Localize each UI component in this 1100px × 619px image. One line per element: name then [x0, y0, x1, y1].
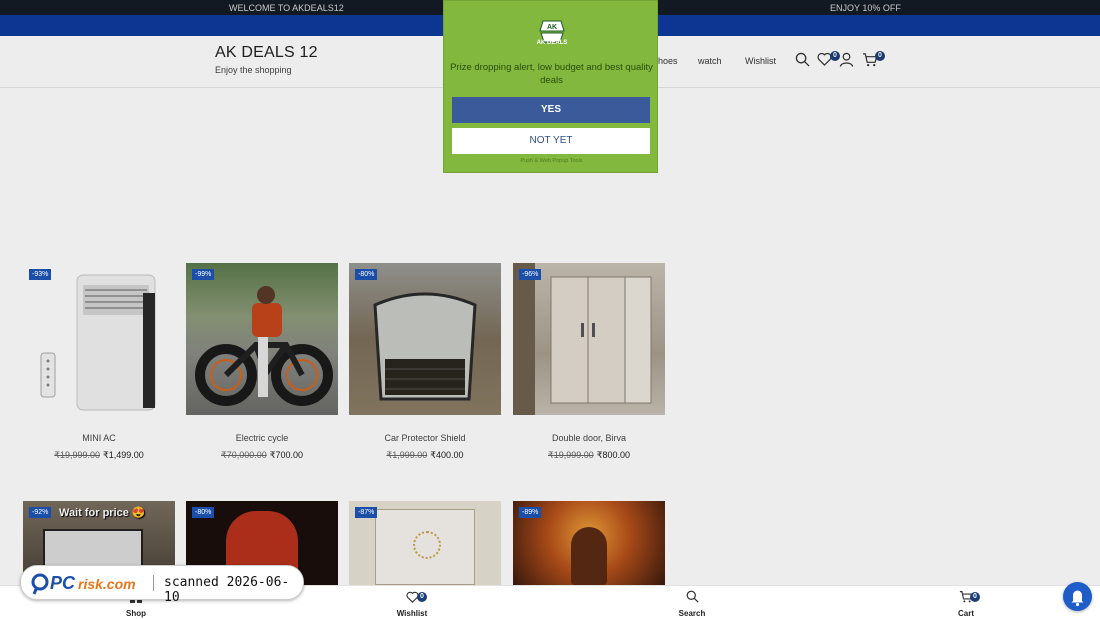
product-image[interactable]: -80% [349, 263, 501, 415]
bottom-nav-label: Wishlist [396, 609, 428, 618]
nav-item-shoes[interactable]: hoes [658, 56, 678, 66]
product-price: ₹70,000.00 ₹700.00 [186, 450, 338, 461]
discount-badge: -93% [29, 269, 52, 280]
not-yet-button[interactable]: NOT YET [452, 128, 650, 154]
discount-badge: -99% [192, 269, 215, 280]
watermark-divider [153, 575, 154, 591]
sale-price: ₹400.00 [430, 450, 464, 460]
product-name[interactable]: MINI AC [23, 433, 175, 443]
old-price: ₹19,999.00 [547, 450, 594, 460]
product-price: ₹19,999.00 ₹800.00 [513, 450, 665, 461]
bell-icon [1071, 590, 1084, 607]
sale-price: ₹800.00 [596, 450, 631, 460]
product-image[interactable]: -93% [23, 263, 175, 415]
product-image[interactable]: -96% [513, 263, 665, 415]
sale-price: ₹700.00 [269, 450, 304, 460]
nav-item-watch[interactable]: watch [698, 56, 722, 66]
old-price: ₹1,999.00 [386, 450, 428, 460]
discount-badge: -92% [29, 507, 52, 518]
product-image[interactable]: -99% [186, 263, 338, 415]
product-name[interactable]: Electric cycle [186, 433, 338, 443]
user-icon[interactable] [839, 52, 854, 72]
product-image[interactable]: -89% [513, 501, 665, 585]
search-icon[interactable] [795, 52, 810, 72]
search-icon [686, 590, 699, 603]
product-name[interactable]: Double door, Birva [513, 433, 665, 443]
discount-badge: -80% [355, 269, 378, 280]
cart-badge: 0 [970, 592, 980, 602]
product-name[interactable]: Car Protector Shield [349, 433, 501, 443]
brand-title[interactable]: AK DEALS 12 [215, 44, 318, 62]
ak-deals-logo: AK AK DEALS [533, 13, 571, 51]
bottom-nav-wishlist[interactable]: 0 Wishlist [372, 590, 452, 618]
pcrisk-watermark: PC risk.com scanned 2026-06-10 [20, 565, 304, 605]
nav-item-wishlist[interactable]: Wishlist [745, 56, 776, 66]
bottom-nav-search[interactable]: Search [652, 590, 732, 618]
discount-badge: -96% [519, 269, 542, 280]
scan-date-text: scanned 2026-06-10 [164, 575, 290, 605]
logo-text: AK DEALS [536, 40, 568, 46]
discount-badge: -87% [355, 507, 378, 518]
bottom-nav-cart[interactable]: 0 Cart [926, 590, 1006, 618]
old-price: ₹19,999.00 [54, 450, 100, 460]
bottom-nav-label: Cart [957, 609, 974, 618]
product-photo [571, 527, 607, 585]
old-price: ₹70,000.00 [220, 450, 267, 460]
product-image[interactable]: -87% [349, 501, 501, 585]
powered-by-text[interactable]: Push & Web Popup Tools [444, 158, 659, 164]
svg-text:AK: AK [547, 24, 557, 31]
brand[interactable]: AK DEALS 12 Enjoy the shopping [215, 44, 318, 75]
popup-message: Prize dropping alert, low budget and bes… [450, 62, 653, 86]
yes-button[interactable]: YES [452, 97, 650, 123]
svg-text:risk.com: risk.com [78, 576, 136, 592]
discount-badge: -80% [192, 507, 215, 518]
notification-bell-button[interactable] [1063, 582, 1092, 611]
sale-price: ₹1,499.00 [103, 450, 144, 460]
bottom-nav-label: Shop [126, 609, 146, 618]
cart-count-badge: 0 [875, 51, 885, 61]
svg-text:PC: PC [50, 573, 76, 593]
brand-tagline: Enjoy the shopping [215, 65, 292, 75]
offer-text: ENJOY 10% OFF [830, 3, 901, 13]
wishlist-badge: 0 [417, 592, 427, 602]
notification-popup: AK AK DEALS Prize dropping alert, low bu… [443, 0, 658, 173]
product-photo-detail [413, 531, 441, 559]
pcrisk-logo: PC risk.com [31, 573, 136, 595]
product-price: ₹1,999.00 ₹400.00 [349, 450, 501, 461]
bottom-nav-label: Search [678, 609, 706, 618]
image-caption: Wait for price 😍 [59, 507, 146, 519]
product-price: ₹19,999.00 ₹1,499.00 [23, 450, 175, 461]
discount-badge: -89% [519, 507, 542, 518]
welcome-text: WELCOME TO AKDEALS12 [229, 3, 344, 13]
